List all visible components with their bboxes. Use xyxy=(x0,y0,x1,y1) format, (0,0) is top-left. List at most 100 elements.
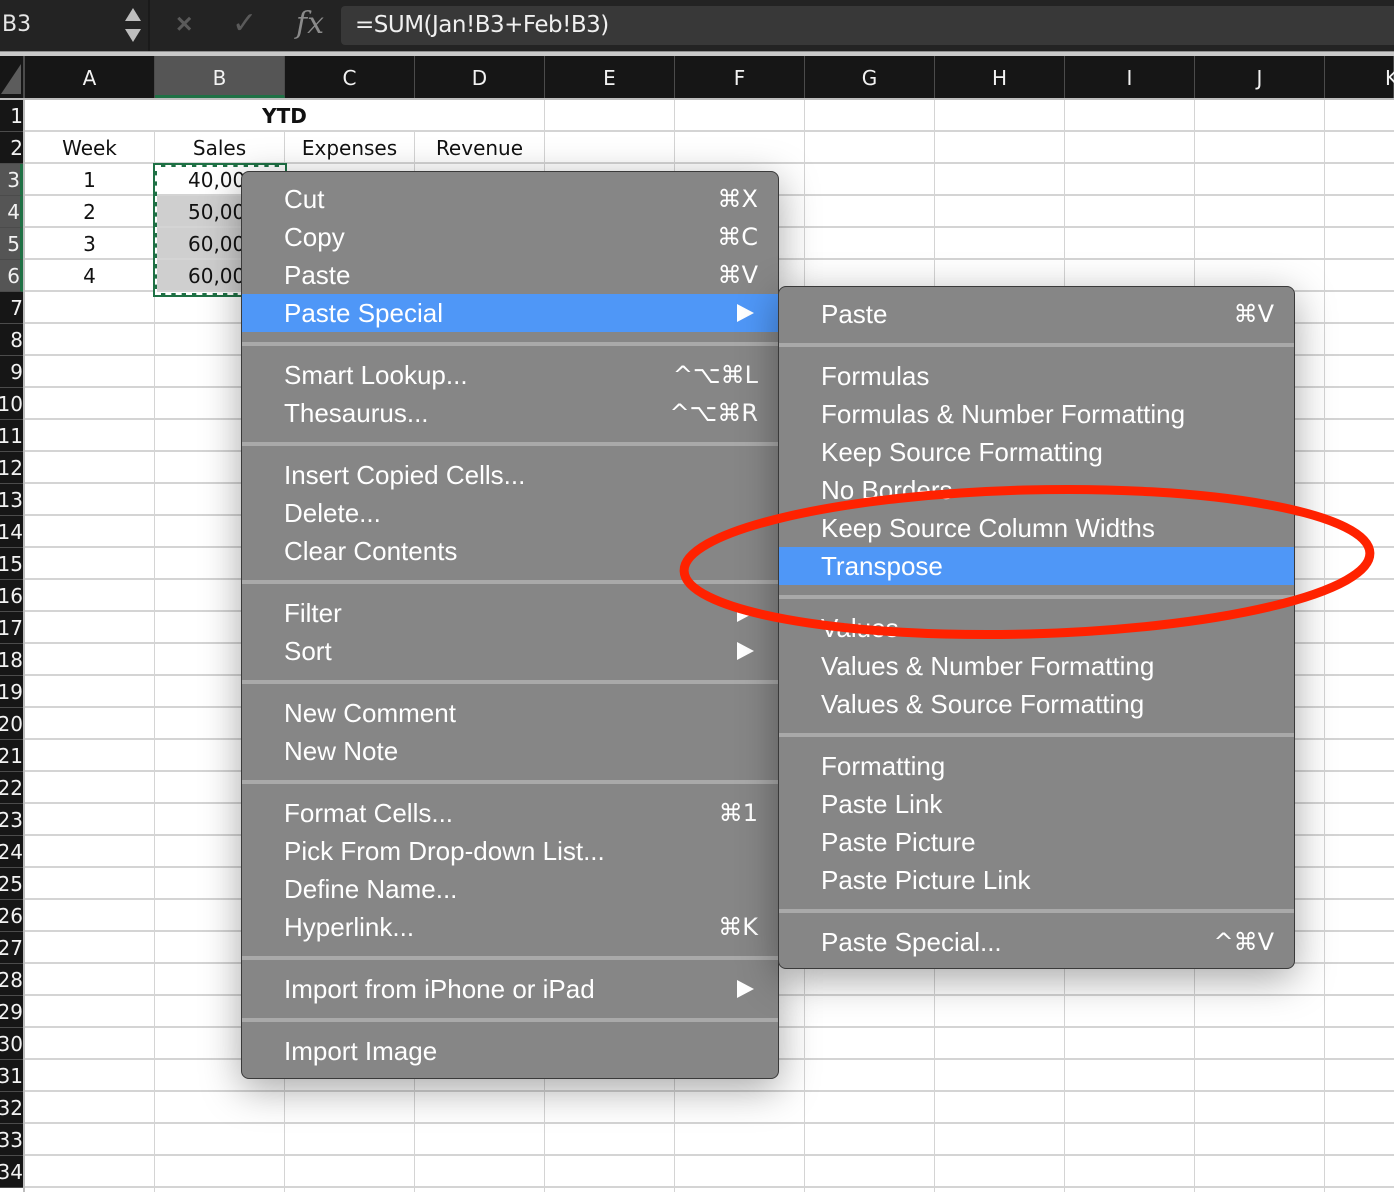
column-header-k[interactable]: K xyxy=(1325,56,1394,98)
column-header-a[interactable]: A xyxy=(25,56,155,98)
row-header-9[interactable]: 9 xyxy=(0,356,23,388)
row-header-22[interactable]: 22 xyxy=(0,772,23,804)
paste-special-item-paste-special[interactable]: Paste Special... ^⌘V xyxy=(779,923,1294,961)
row-header-30[interactable]: 30 xyxy=(0,1028,23,1060)
column-header-h[interactable]: H xyxy=(935,56,1065,98)
chevron-down-icon[interactable] xyxy=(125,29,141,42)
formula-text[interactable]: =SUM(Jan!B3+Feb!B3) xyxy=(355,12,609,38)
name-box[interactable]: B3 xyxy=(0,0,150,51)
paste-special-item-formatting[interactable]: Formatting xyxy=(779,747,1294,785)
row-header-34[interactable]: 34 xyxy=(0,1156,23,1188)
cell-B2[interactable]: Sales xyxy=(155,132,284,162)
row-header-12[interactable]: 12 xyxy=(0,452,23,484)
row-header-33[interactable]: 33 xyxy=(0,1124,23,1156)
context-menu-item-new-note[interactable]: New Note xyxy=(242,732,778,770)
name-box-value[interactable]: B3 xyxy=(2,12,31,37)
function-icon[interactable]: fx xyxy=(296,6,324,41)
paste-special-item-values-source-formatting[interactable]: Values & Source Formatting xyxy=(779,685,1294,723)
row-header-28[interactable]: 28 xyxy=(0,964,23,996)
paste-special-item-values-number-formatting[interactable]: Values & Number Formatting xyxy=(779,647,1294,685)
context-menu-item-clear-contents[interactable]: Clear Contents xyxy=(242,532,778,570)
cell-C2[interactable]: Expenses xyxy=(285,132,414,162)
paste-special-item-formulas-number-formatting[interactable]: Formulas & Number Formatting xyxy=(779,395,1294,433)
row-header-31[interactable]: 31 xyxy=(0,1060,23,1092)
row-header-8[interactable]: 8 xyxy=(0,324,23,356)
context-menu-item-delete[interactable]: Delete... xyxy=(242,494,778,532)
row-header-27[interactable]: 27 xyxy=(0,932,23,964)
row-header-19[interactable]: 19 xyxy=(0,676,23,708)
cell-A2[interactable]: Week xyxy=(25,132,154,162)
cell-A6[interactable]: 4 xyxy=(25,260,154,290)
context-menu-item-sort[interactable]: Sort xyxy=(242,632,778,670)
row-header-18[interactable]: 18 xyxy=(0,644,23,676)
name-box-stepper[interactable] xyxy=(124,6,142,46)
paste-special-item-keep-source-column-widths[interactable]: Keep Source Column Widths xyxy=(779,509,1294,547)
row-header-2[interactable]: 2 xyxy=(0,132,23,164)
cell-A4[interactable]: 2 xyxy=(25,196,154,226)
row-header-13[interactable]: 13 xyxy=(0,484,23,516)
context-menu-item-cut[interactable]: Cut ⌘X xyxy=(242,180,778,218)
row-header-6[interactable]: 6 xyxy=(0,260,23,292)
cell-A5[interactable]: 3 xyxy=(25,228,154,258)
row-header-26[interactable]: 26 xyxy=(0,900,23,932)
column-header-i[interactable]: I xyxy=(1065,56,1195,98)
context-menu-item-paste[interactable]: Paste ⌘V xyxy=(242,256,778,294)
context-menu-item-define-name[interactable]: Define Name... xyxy=(242,870,778,908)
cell-D2[interactable]: Revenue xyxy=(415,132,544,162)
row-header-23[interactable]: 23 xyxy=(0,804,23,836)
column-header-e[interactable]: E xyxy=(545,56,675,98)
context-menu-item-hyperlink[interactable]: Hyperlink... ⌘K xyxy=(242,908,778,946)
paste-special-separator xyxy=(779,733,1294,737)
context-menu-item-import-image[interactable]: Import Image xyxy=(242,1032,778,1070)
paste-special-item-paste-picture-link[interactable]: Paste Picture Link xyxy=(779,861,1294,899)
row-header-14[interactable]: 14 xyxy=(0,516,23,548)
context-menu-item-thesaurus[interactable]: Thesaurus... ^⌥⌘R xyxy=(242,394,778,432)
row-header-25[interactable]: 25 xyxy=(0,868,23,900)
context-menu-item-import-from-iphone-or-ipad[interactable]: Import from iPhone or iPad xyxy=(242,970,778,1008)
column-header-c[interactable]: C xyxy=(285,56,415,98)
select-all-button[interactable] xyxy=(0,56,25,98)
context-menu-item-filter[interactable]: Filter xyxy=(242,594,778,632)
cancel-icon[interactable]: × xyxy=(176,8,192,40)
paste-special-item-paste-picture[interactable]: Paste Picture xyxy=(779,823,1294,861)
paste-special-item-values[interactable]: Values xyxy=(779,609,1294,647)
row-header-11[interactable]: 11 xyxy=(0,420,23,452)
paste-special-item-paste[interactable]: Paste ⌘V xyxy=(779,295,1294,333)
formula-input[interactable]: =SUM(Jan!B3+Feb!B3) xyxy=(341,6,1394,45)
row-header-5[interactable]: 5 xyxy=(0,228,23,260)
context-menu-item-new-comment[interactable]: New Comment xyxy=(242,694,778,732)
column-header-d[interactable]: D xyxy=(415,56,545,98)
context-menu-item-smart-lookup[interactable]: Smart Lookup... ^⌥⌘L xyxy=(242,356,778,394)
column-header-j[interactable]: J xyxy=(1195,56,1325,98)
column-header-f[interactable]: F xyxy=(675,56,805,98)
row-header-32[interactable]: 32 xyxy=(0,1092,23,1124)
row-header-7[interactable]: 7 xyxy=(0,292,23,324)
row-header-4[interactable]: 4 xyxy=(0,196,23,228)
row-header-15[interactable]: 15 xyxy=(0,548,23,580)
context-menu-item-paste-special[interactable]: Paste Special xyxy=(242,294,778,332)
paste-special-item-no-borders[interactable]: No Borders xyxy=(779,471,1294,509)
row-header-3[interactable]: 3 xyxy=(0,164,23,196)
row-header-10[interactable]: 10 xyxy=(0,388,23,420)
row-header-29[interactable]: 29 xyxy=(0,996,23,1028)
paste-special-item-formulas[interactable]: Formulas xyxy=(779,357,1294,395)
context-menu-item-pick-from-drop-down-list[interactable]: Pick From Drop-down List... xyxy=(242,832,778,870)
context-menu-item-format-cells[interactable]: Format Cells... ⌘1 xyxy=(242,794,778,832)
column-header-g[interactable]: G xyxy=(805,56,935,98)
paste-special-item-paste-link[interactable]: Paste Link xyxy=(779,785,1294,823)
context-menu-item-insert-copied-cells[interactable]: Insert Copied Cells... xyxy=(242,456,778,494)
cell-title-ytd[interactable]: YTD xyxy=(25,100,544,130)
row-header-16[interactable]: 16 xyxy=(0,580,23,612)
row-header-21[interactable]: 21 xyxy=(0,740,23,772)
paste-special-item-transpose[interactable]: Transpose xyxy=(779,547,1294,585)
row-header-24[interactable]: 24 xyxy=(0,836,23,868)
cell-A3[interactable]: 1 xyxy=(25,164,154,194)
row-header-17[interactable]: 17 xyxy=(0,612,23,644)
row-header-20[interactable]: 20 xyxy=(0,708,23,740)
context-menu-item-copy[interactable]: Copy ⌘C xyxy=(242,218,778,256)
column-header-b[interactable]: B xyxy=(155,56,285,98)
row-header-1[interactable]: 1 xyxy=(0,100,23,132)
paste-special-item-keep-source-formatting[interactable]: Keep Source Formatting xyxy=(779,433,1294,471)
checkmark-icon[interactable]: ✓ xyxy=(232,6,257,41)
chevron-up-icon[interactable] xyxy=(125,8,141,21)
